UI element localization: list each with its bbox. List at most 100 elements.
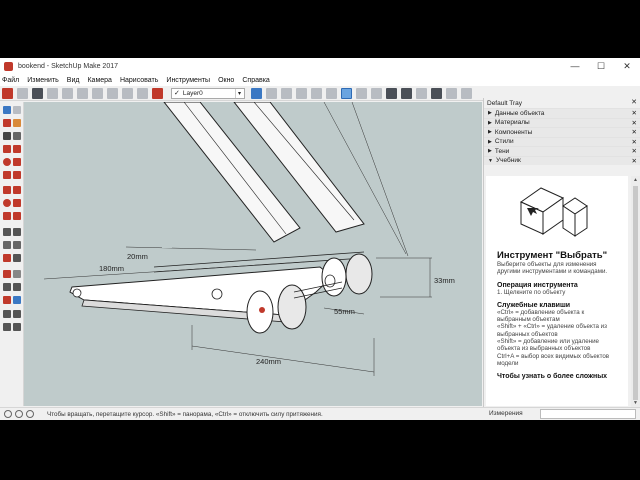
hidden-line-style-icon[interactable] [371,87,382,99]
menu-tools[interactable]: Инструменты [166,77,210,84]
scroll-up-icon[interactable]: ▲ [631,176,640,184]
pie-tool-icon[interactable] [13,171,21,179]
freehand-tool-icon[interactable] [13,132,21,140]
zoom-extents-icon[interactable] [3,296,11,304]
model-hinge-cylinder [277,284,307,330]
measurements-input[interactable] [540,409,636,419]
position-camera-icon[interactable] [3,310,11,318]
menu-view[interactable]: Вид [67,77,80,84]
instructor-keys-heading: Служебные клавиши [497,301,571,309]
menu-edit[interactable]: Изменить [27,77,59,84]
right-view-icon[interactable] [296,87,307,99]
maximize-button[interactable]: ☐ [588,58,614,74]
zoom-window-icon[interactable] [13,283,21,291]
credits-icon[interactable] [15,410,23,418]
copy-icon[interactable] [62,87,73,99]
save-icon[interactable] [32,87,43,99]
iso-view-icon[interactable] [251,87,262,99]
layer-select[interactable]: ✓ Layer0 ▾ [171,87,245,99]
help-icon[interactable] [26,410,34,418]
print-icon[interactable] [137,87,148,99]
status-bar: Чтобы вращать, перетащите курсор. «Shift… [0,407,640,420]
line-tool-icon[interactable] [3,132,11,140]
3d-text-tool-icon[interactable] [13,254,21,262]
textured-style-icon[interactable] [401,87,412,99]
text-tool-icon[interactable] [13,241,21,249]
circle-tool-icon[interactable] [3,158,11,166]
offset-tool-icon[interactable] [13,212,21,220]
close-section-icon[interactable]: ✕ [632,128,637,136]
new-file-icon[interactable] [2,87,13,99]
protractor-tool-icon[interactable] [3,241,11,249]
eraser-tool-icon[interactable] [3,119,11,127]
xray-style-icon[interactable] [341,87,352,99]
tray-section-label: Материалы [494,119,530,127]
close-section-icon[interactable]: ✕ [632,119,637,127]
arc-tool-icon[interactable] [3,171,11,179]
menu-draw[interactable]: Нарисовать [120,77,158,84]
instructor-scrollbar[interactable]: ▲ ▼ [631,176,640,407]
extension-warehouse-icon[interactable] [461,87,472,99]
cut-icon[interactable] [47,87,58,99]
left-view-icon[interactable] [326,87,337,99]
section-plane-icon[interactable] [13,323,21,331]
front-view-icon[interactable] [281,87,292,99]
tape-measure-icon[interactable] [3,228,11,236]
triangle-down-icon: ▼ [488,157,493,164]
dimension-tool-icon[interactable] [13,228,21,236]
top-view-icon[interactable] [266,87,277,99]
shaded-style-icon[interactable] [386,87,397,99]
model-viewport[interactable]: 180mm 20mm 33mm 55mm 240mm [24,102,482,406]
tray-section-instructor[interactable]: ▼ Учебник ✕ [484,155,640,165]
back-view-icon[interactable] [311,87,322,99]
select-tool-icon[interactable] [3,106,11,114]
orbit-tool-icon[interactable] [3,270,11,278]
menu-window[interactable]: Окно [218,77,234,84]
wireframe-style-icon[interactable] [356,87,367,99]
push-pull-tool-icon[interactable] [13,186,21,194]
scrollbar-thumb[interactable] [633,186,638,400]
paste-icon[interactable] [77,87,88,99]
rotated-rectangle-icon[interactable] [13,145,21,153]
tray-section-styles[interactable]: ▶ Стили ✕ [484,136,640,146]
axes-tool-icon[interactable] [3,254,11,262]
close-section-icon[interactable]: ✕ [632,147,637,155]
scale-tool-icon[interactable] [3,212,11,220]
polygon-tool-icon[interactable] [13,158,21,166]
warehouse-icon[interactable] [431,87,442,99]
close-section-icon[interactable]: ✕ [632,157,637,165]
move-tool-icon[interactable] [3,186,11,194]
close-section-icon[interactable]: ✕ [632,109,637,117]
menu-help[interactable]: Справка [242,77,269,84]
scroll-down-icon[interactable]: ▼ [631,399,640,407]
previous-view-icon[interactable] [13,296,21,304]
menu-file[interactable]: Файл [2,77,19,84]
zoom-tool-icon[interactable] [3,283,11,291]
pan-tool-icon[interactable] [13,270,21,278]
tray-section-entity-info[interactable]: ▶ Данные объекта ✕ [484,108,640,118]
rectangle-tool-icon[interactable] [3,145,11,153]
minimize-button[interactable]: — [562,58,588,74]
open-file-icon[interactable] [17,87,28,99]
share-model-icon[interactable] [446,87,457,99]
look-around-icon[interactable] [3,323,11,331]
chevron-down-icon[interactable]: ▾ [235,88,243,98]
follow-me-tool-icon[interactable] [13,199,21,207]
monochrome-style-icon[interactable] [416,87,427,99]
tray-section-components[interactable]: ▶ Компоненты ✕ [484,127,640,137]
walk-tool-icon[interactable] [13,310,21,318]
geo-location-icon[interactable] [4,410,12,418]
close-section-icon[interactable]: ✕ [632,138,637,146]
make-component-icon[interactable] [13,106,21,114]
menu-camera[interactable]: Камера [87,77,111,84]
redo-icon[interactable] [122,87,133,99]
erase-icon[interactable] [92,87,103,99]
model-info-icon[interactable] [152,87,163,99]
rotate-tool-icon[interactable] [3,199,11,207]
tray-section-materials[interactable]: ▶ Материалы ✕ [484,117,640,127]
undo-icon[interactable] [107,87,118,99]
close-button[interactable]: ✕ [614,58,640,74]
paint-bucket-icon[interactable] [13,119,21,127]
close-tray-icon[interactable]: ✕ [631,98,637,106]
tray-section-shadows[interactable]: ▶ Тени ✕ [484,146,640,156]
